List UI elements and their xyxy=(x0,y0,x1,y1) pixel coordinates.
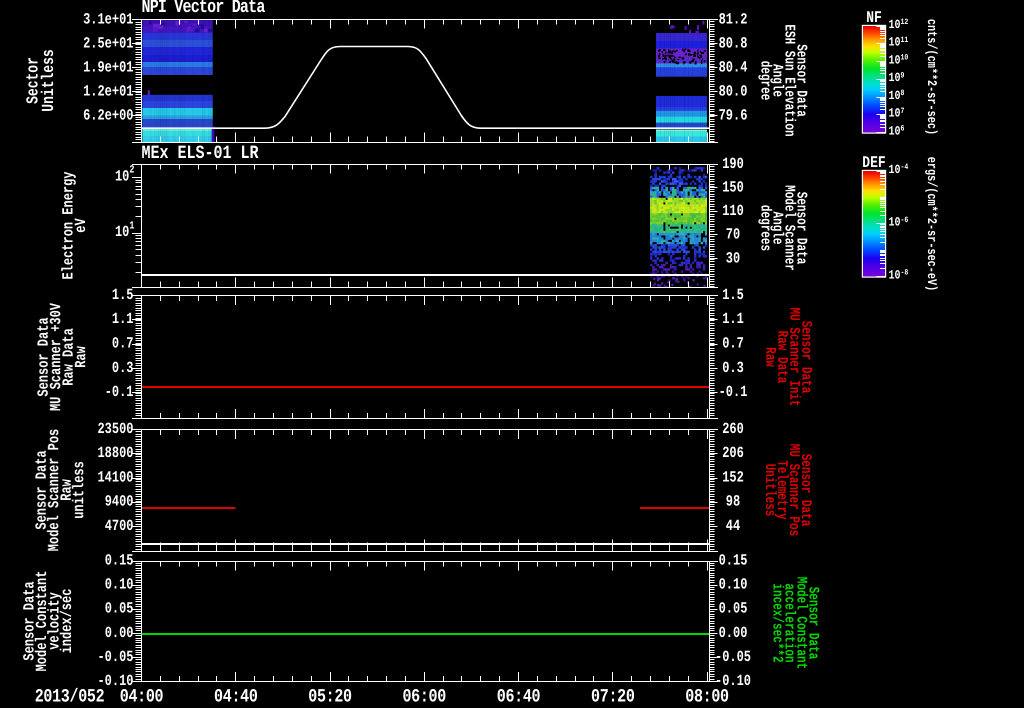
svg-text:190: 190 xyxy=(722,155,744,173)
svg-text:index/sec: index/sec xyxy=(58,589,76,654)
svg-text:degrees: degrees xyxy=(756,205,772,251)
svg-text:-0.1: -0.1 xyxy=(105,383,134,401)
svg-text:150: 150 xyxy=(722,179,744,197)
svg-text:260: 260 xyxy=(722,420,744,438)
svg-text:0.7: 0.7 xyxy=(722,335,744,353)
svg-text:06:00: 06:00 xyxy=(402,686,446,707)
svg-text:79.6: 79.6 xyxy=(719,107,748,125)
svg-text:0.15: 0.15 xyxy=(105,551,134,569)
svg-text:0.10: 0.10 xyxy=(105,576,134,594)
svg-text:30: 30 xyxy=(726,249,740,267)
svg-text:2.5e+01: 2.5e+01 xyxy=(83,34,133,52)
svg-text:44: 44 xyxy=(726,517,740,535)
svg-text:06:40: 06:40 xyxy=(497,686,541,707)
svg-text:NF: NF xyxy=(866,8,882,27)
svg-text:DEF: DEF xyxy=(862,153,886,172)
svg-text:18800: 18800 xyxy=(97,444,133,462)
svg-text:-0.05: -0.05 xyxy=(715,648,751,666)
svg-text:98: 98 xyxy=(726,493,740,511)
svg-text:1.1: 1.1 xyxy=(722,310,744,328)
svg-text:0.05: 0.05 xyxy=(105,600,134,618)
svg-text:23500: 23500 xyxy=(97,420,133,438)
svg-text:degree: degree xyxy=(756,61,772,101)
svg-text:206: 206 xyxy=(722,444,744,462)
svg-text:Raw: Raw xyxy=(761,347,777,367)
svg-text:cnts/(cm**2-sr-sec): cnts/(cm**2-sr-sec) xyxy=(923,19,939,135)
svg-text:MEx ELS-01 LR: MEx ELS-01 LR xyxy=(142,143,259,164)
svg-text:04:00: 04:00 xyxy=(120,686,164,707)
svg-text:incex/sec**2: incex/sec**2 xyxy=(768,583,784,662)
svg-text:0.15: 0.15 xyxy=(719,551,748,569)
svg-text:1.1: 1.1 xyxy=(112,310,134,328)
svg-text:-0.05: -0.05 xyxy=(97,648,133,666)
svg-text:unitless: unitless xyxy=(70,461,88,519)
svg-text:eV: eV xyxy=(72,218,90,233)
svg-text:14100: 14100 xyxy=(97,468,133,486)
svg-text:08:00: 08:00 xyxy=(685,686,729,707)
svg-text:0.05: 0.05 xyxy=(719,600,748,618)
svg-text:0.00: 0.00 xyxy=(719,624,748,642)
svg-text:152: 152 xyxy=(722,468,744,486)
svg-text:0.3: 0.3 xyxy=(722,359,744,377)
svg-text:Raw: Raw xyxy=(72,345,90,367)
svg-text:80.4: 80.4 xyxy=(719,59,748,77)
svg-text:0.00: 0.00 xyxy=(105,624,134,642)
svg-text:07:20: 07:20 xyxy=(591,686,635,707)
svg-text:70: 70 xyxy=(726,226,740,244)
svg-text:1.9e+01: 1.9e+01 xyxy=(83,59,133,77)
svg-text:81.2: 81.2 xyxy=(719,10,748,28)
svg-text:80.0: 80.0 xyxy=(719,83,748,101)
svg-text:Unitless: Unitless xyxy=(760,464,776,517)
svg-text:1.2e+01: 1.2e+01 xyxy=(83,83,133,101)
svg-text:1.5: 1.5 xyxy=(112,286,134,304)
svg-text:ergs/(cm**2-sr-sec-eV): ergs/(cm**2-sr-sec-eV) xyxy=(923,157,939,292)
svg-text:Unitless: Unitless xyxy=(39,49,59,112)
svg-text:6.2e+00: 6.2e+00 xyxy=(83,107,133,125)
svg-text:0.3: 0.3 xyxy=(112,359,134,377)
svg-text:1.5: 1.5 xyxy=(722,286,744,304)
svg-text:05:20: 05:20 xyxy=(308,686,352,707)
svg-text:0.10: 0.10 xyxy=(719,576,748,594)
svg-text:3.1e+01: 3.1e+01 xyxy=(83,10,133,28)
svg-text:NPI Vector Data: NPI Vector Data xyxy=(142,0,266,18)
svg-text:0.7: 0.7 xyxy=(112,335,134,353)
svg-text:110: 110 xyxy=(722,202,744,220)
svg-text:-0.1: -0.1 xyxy=(719,383,748,401)
svg-text:80.8: 80.8 xyxy=(719,34,748,52)
svg-text:2013/052: 2013/052 xyxy=(35,686,105,707)
svg-text:4700: 4700 xyxy=(105,517,134,535)
svg-text:9400: 9400 xyxy=(105,493,134,511)
svg-text:04:40: 04:40 xyxy=(214,686,258,707)
